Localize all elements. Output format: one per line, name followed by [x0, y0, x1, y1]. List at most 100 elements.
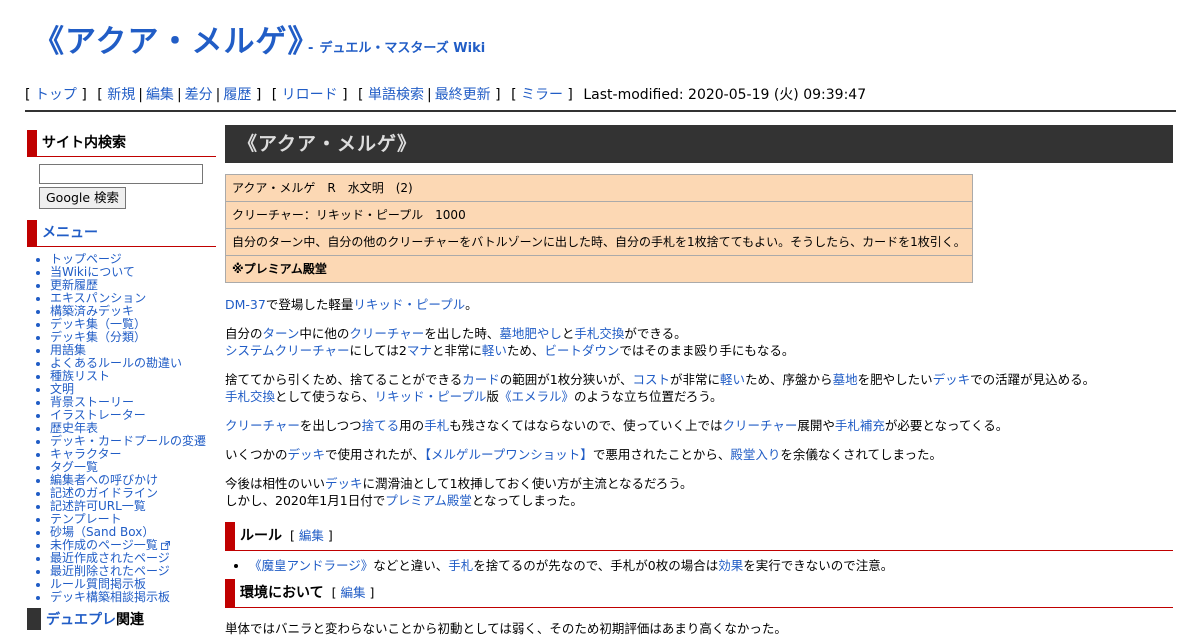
text: 展開や — [797, 418, 835, 433]
text: を出した時、 — [424, 326, 500, 341]
link-deck-3[interactable]: デッキ — [325, 476, 363, 491]
text: が必要となってくる。 — [884, 418, 1009, 433]
sidebar-menu-link[interactable]: 背景ストーリー — [50, 395, 134, 409]
link-light[interactable]: 軽い — [482, 343, 507, 358]
link-premium-restricted[interactable]: プレミアム殿堂 — [385, 493, 472, 508]
link-creature[interactable]: クリーチャー — [349, 326, 424, 341]
nav-top-link[interactable]: トップ — [35, 87, 77, 103]
sidebar-menu-link[interactable]: 更新履歴 — [50, 278, 98, 292]
link-creature-3[interactable]: クリーチャー — [722, 418, 797, 433]
text: ため、 — [506, 343, 545, 358]
nav-history-link[interactable]: 履歴 — [223, 87, 251, 103]
link-hand-2[interactable]: 手札 — [448, 558, 473, 573]
sidebar-menu-link[interactable]: デッキ集（分類） — [50, 330, 146, 344]
link-beatdown[interactable]: ビートダウン — [544, 343, 619, 358]
sidebar-menu-link[interactable]: タグ一覧 — [50, 460, 98, 474]
link-graveyard-fill[interactable]: 墓地肥やし — [499, 326, 562, 341]
environment-text: 単体ではバニラと変わらないことから初動としては弱く、そのため初期評価はあまり高く… — [225, 621, 787, 636]
sidebar-menu-link[interactable]: 記述のガイドライン — [50, 486, 158, 500]
sidebar-menu-link[interactable]: 当Wikiについて — [50, 265, 135, 279]
environment-edit-link[interactable]: 編集 — [340, 585, 365, 600]
sidebar-menu-link[interactable]: キャラクター — [50, 447, 122, 461]
link-deck-2[interactable]: デッキ — [288, 447, 326, 462]
link-turn[interactable]: ターン — [263, 326, 300, 341]
sidebar-menu-link[interactable]: 最近削除されたページ — [50, 564, 170, 578]
sidebar-menu-link[interactable]: 未作成のページ一覧 — [50, 538, 158, 552]
list-item: 《魔皇アンドラージ》などと違い、手札を捨てるのが先なので、手札が0枚の場合は効果… — [249, 557, 1173, 574]
nav-new-link[interactable]: 新規 — [107, 87, 135, 103]
sidebar-menu-link[interactable]: ルール質問掲示板 — [50, 577, 146, 591]
nav-diff-link[interactable]: 差分 — [185, 87, 213, 103]
link-hand-exchange-2[interactable]: 手札交換 — [225, 389, 275, 404]
link-mana[interactable]: マナ — [407, 343, 432, 358]
dupre-heading: デュエプレ関連 — [27, 608, 216, 630]
text: を出しつつ — [299, 418, 362, 433]
sidebar-menu-link[interactable]: デッキ集（一覧） — [50, 317, 146, 331]
text: で悪用されたことから、 — [592, 447, 731, 462]
text: で使用されたが、 — [325, 447, 425, 462]
link-hand-refill[interactable]: 手札補充 — [835, 418, 885, 433]
nav-reload-link[interactable]: リロード — [282, 87, 338, 103]
text: にしては2 — [349, 343, 407, 358]
text: いくつかの — [225, 447, 288, 462]
nav-group-mirror: [ ミラー ] — [511, 87, 573, 103]
link-andorage[interactable]: 《魔皇アンドラージ》 — [249, 558, 373, 573]
card-text-row: 自分のターン中、自分の他のクリーチャーをバトルゾーンに出した時、自分の手札を1枚… — [225, 228, 973, 256]
nav-recent-link[interactable]: 最終更新 — [435, 87, 491, 103]
link-liquid-people[interactable]: リキッド・ピープル — [353, 297, 465, 312]
link-merge-loop[interactable]: 【メルゲループワンショット】 — [425, 447, 593, 462]
link-graveyard[interactable]: 墓地 — [833, 372, 858, 387]
link-restricted[interactable]: 殿堂入り — [730, 447, 780, 462]
dupre-link[interactable]: デュエプレ — [46, 612, 116, 628]
sidebar-menu-link[interactable]: デッキ構築相談掲示板 — [50, 590, 170, 604]
text: 。 — [465, 297, 478, 312]
site-search: Google 検索 — [27, 157, 216, 213]
article-title: 《アクア・メルゲ》 — [225, 125, 1173, 163]
sidebar-menu-link[interactable]: 砂場（Sand Box） — [50, 525, 154, 539]
sidebar-menu-link[interactable]: 歴史年表 — [50, 421, 98, 435]
sidebar-menu-link[interactable]: エキスパンション — [50, 291, 146, 305]
menu-heading-link[interactable]: メニュー — [27, 220, 216, 247]
sidebar-menu-link[interactable]: 構築済みデッキ — [50, 304, 134, 318]
page-title-link[interactable]: 《アクア・メルゲ》 — [33, 22, 319, 64]
card-name-row: アクア・メルゲ R 水文明 (2) — [225, 174, 973, 202]
link-emeral[interactable]: 《エメラル》 — [499, 389, 574, 404]
link-hand[interactable]: 手札 — [424, 418, 449, 433]
search-input[interactable] — [39, 164, 203, 184]
sidebar-menu-link[interactable]: 種族リスト — [50, 369, 110, 383]
rules-edit-link[interactable]: 編集 — [299, 528, 324, 543]
google-search-button[interactable]: Google 検索 — [39, 187, 127, 209]
link-dm37[interactable]: DM-37 — [225, 297, 266, 312]
sidebar-menu-link[interactable]: 文明 — [50, 382, 74, 396]
rules-heading-text: ルール — [240, 528, 282, 544]
link-cost[interactable]: コスト — [633, 372, 671, 387]
text: しかし、2020年1月1日付で — [225, 493, 386, 508]
text: ではそのまま殴り手にもなる。 — [619, 343, 795, 358]
sidebar-menu-link[interactable]: トップページ — [50, 252, 122, 266]
nav-word-search-link[interactable]: 単語検索 — [368, 87, 424, 103]
link-deck[interactable]: デッキ — [933, 372, 971, 387]
link-liquid-people-2[interactable]: リキッド・ピープル — [375, 389, 487, 404]
link-discard[interactable]: 捨てる — [362, 418, 400, 433]
sidebar-menu-link[interactable]: よくあるルールの勘違い — [50, 356, 182, 370]
link-card[interactable]: カード — [462, 372, 500, 387]
paragraph-6: 今後は相性のいいデッキに潤滑油として1枚挿しておく使い方が主流となるだろう。 しか… — [225, 475, 1173, 509]
sidebar-menu-link[interactable]: 記述許可URL一覧 — [50, 499, 146, 513]
sidebar-menu-link[interactable]: デッキ・カードプールの変遷 — [50, 434, 206, 448]
link-hand-exchange[interactable]: 手札交換 — [574, 326, 624, 341]
nav-edit-link[interactable]: 編集 — [146, 87, 174, 103]
sidebar-menu-link[interactable]: テンプレート — [50, 512, 122, 526]
nav-group-top: [ トップ ] — [25, 87, 87, 103]
text: で登場した軽量 — [265, 297, 354, 312]
sidebar-menu-link[interactable]: イラストレーター — [50, 408, 146, 422]
site-home-link[interactable]: デュエル・マスターズ Wiki — [319, 41, 485, 56]
header: 《アクア・メルゲ》 - デュエル・マスターズ Wiki — [25, 18, 1175, 78]
link-effect[interactable]: 効果 — [718, 558, 743, 573]
link-creature-2[interactable]: クリーチャー — [225, 418, 300, 433]
nav-mirror-link[interactable]: ミラー — [521, 87, 563, 103]
sidebar-menu-link[interactable]: 最近作成されたページ — [50, 551, 170, 565]
link-system-creature[interactable]: システムクリーチャー — [225, 343, 350, 358]
sidebar-menu-link[interactable]: 編集者への呼びかけ — [50, 473, 158, 487]
sidebar-menu-link[interactable]: 用語集 — [50, 343, 86, 357]
link-light-2[interactable]: 軽い — [720, 372, 745, 387]
